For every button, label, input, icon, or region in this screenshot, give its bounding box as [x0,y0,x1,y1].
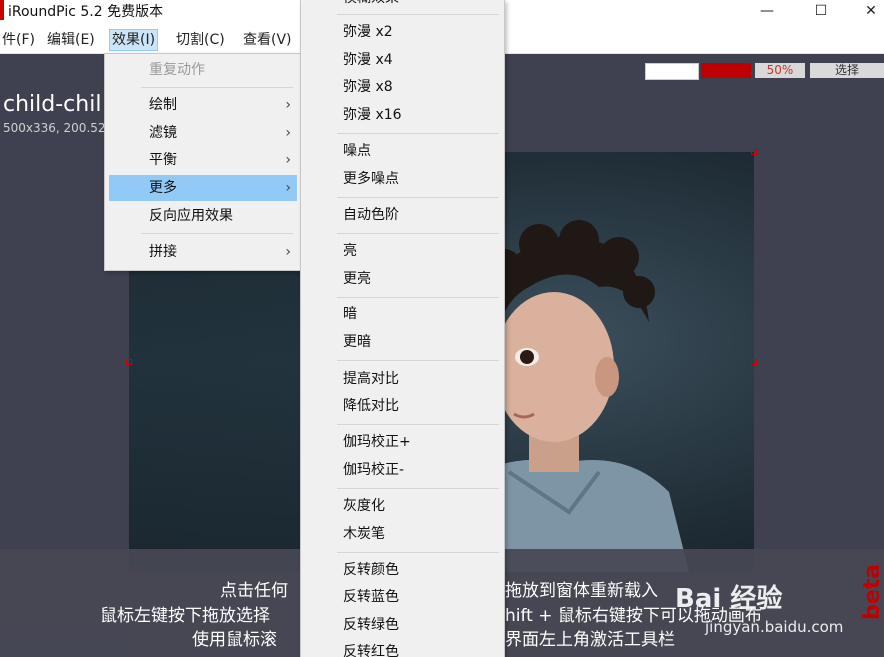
menu-separator [337,197,499,198]
submenu-item-gamma-down[interactable]: 伽玛校正- [343,458,404,482]
chevron-right-icon: › [285,97,291,113]
menu-separator [141,233,293,234]
app-icon [0,0,4,20]
menu-separator [337,133,499,134]
submenu-item-dark[interactable]: 暗 [343,302,357,326]
submenu-item-invert-red[interactable]: 反转红色 [343,640,399,657]
beta-badge: beta [860,563,884,620]
menu-separator [337,488,499,489]
window-title: iRoundPic 5.2 免费版本 [8,4,164,20]
chevron-right-icon: › [285,152,291,168]
submenu-item-auto-levels[interactable]: 自动色阶 [343,203,399,227]
submenu-item-noise[interactable]: 噪点 [343,139,371,163]
submenu-item-diffuse-x2[interactable]: 弥漫 x2 [343,20,393,44]
menu-separator [337,360,499,361]
select-button[interactable]: 选择 [810,63,884,78]
submenu-item-more-noise[interactable]: 更多噪点 [343,167,399,191]
chevron-right-icon: › [285,125,291,141]
chevron-right-icon: › [285,180,291,196]
close-icon: ✕ [865,3,877,19]
image-filename: child-chil [3,92,102,117]
menu-item-draw[interactable]: 绘制 › [109,92,297,118]
baidu-watermark: Bai 经验 [675,584,783,614]
zoom-level[interactable]: 50% [755,63,805,78]
baidu-watermark-url: jingyan.baidu.com [705,618,844,636]
submenu-item-bright[interactable]: 亮 [343,239,357,263]
submenu-item-diffuse-x8[interactable]: 弥漫 x8 [343,75,393,99]
submenu-item-brighter[interactable]: 更亮 [343,267,371,291]
maximize-icon: ☐ [814,3,828,19]
menu-item-stitch[interactable]: 拼接 › [109,239,297,265]
white-color-swatch[interactable] [645,63,699,80]
menu-item-balance[interactable]: 平衡 › [109,147,297,173]
menu-item-reverse-effect[interactable]: 反向应用效果 [109,203,297,229]
submenu-item-gamma-up[interactable]: 伽玛校正+ [343,430,411,454]
hint-line1-left: 点击任何 [220,581,288,601]
menu-effects[interactable]: 效果(I) [109,29,159,51]
submenu-item-grayscale[interactable]: 灰度化 [343,494,385,518]
minimize-button[interactable]: — [744,0,790,22]
red-color-swatch[interactable] [701,63,751,78]
menu-separator [337,424,499,425]
menu-item-more[interactable]: 更多 › [109,175,297,201]
menu-item-repeat-action[interactable]: 重复动作 [109,57,297,83]
menu-file[interactable]: 件(F) [0,30,37,50]
menu-item-filter[interactable]: 滤镜 › [109,120,297,146]
crop-handle-top-right[interactable] [751,149,757,155]
submenu-item-blur[interactable]: 模糊效果 [343,0,399,10]
menu-separator [337,552,499,553]
hint-line1-right: 拖放到窗体重新载入 [505,581,658,601]
submenu-item-increase-contrast[interactable]: 提高对比 [343,367,399,391]
menu-separator [141,87,293,88]
minimize-icon: — [760,3,774,19]
more-submenu: 模糊效果 弥漫 x2 弥漫 x4 弥漫 x8 弥漫 x16 噪点 更多噪点 自动… [300,0,505,657]
chevron-right-icon: › [285,244,291,260]
crop-handle-right[interactable] [751,359,757,365]
menu-separator [337,297,499,298]
menu-separator [337,14,499,15]
submenu-item-invert-green[interactable]: 反转绿色 [343,613,399,637]
hint-line3-right: 界面左上角激活工具栏 [505,630,675,650]
hint-line3-left: 使用鼠标滚 [192,630,277,650]
submenu-item-diffuse-x16[interactable]: 弥漫 x16 [343,103,402,127]
hint-line2-left: 鼠标左键按下拖放选择 [100,606,270,626]
submenu-item-decrease-contrast[interactable]: 降低对比 [343,394,399,418]
menu-cut[interactable]: 切割(C) [174,30,227,50]
effects-menu: 重复动作 绘制 › 滤镜 › 平衡 › 更多 › 反向应用效果 拼接 › [104,53,302,271]
menu-separator [337,233,499,234]
submenu-item-invert-colors[interactable]: 反转颜色 [343,558,399,582]
submenu-item-darker[interactable]: 更暗 [343,330,371,354]
crop-handle-left[interactable] [126,359,132,365]
menu-view[interactable]: 查看(V) [241,30,294,50]
submenu-item-charcoal[interactable]: 木炭笔 [343,522,385,546]
submenu-item-invert-blue[interactable]: 反转蓝色 [343,585,399,609]
maximize-button[interactable]: ☐ [798,0,844,22]
menu-edit[interactable]: 编辑(E) [45,30,97,50]
submenu-item-diffuse-x4[interactable]: 弥漫 x4 [343,48,393,72]
image-dimensions: 500x336, 200.52 [3,121,106,135]
close-button[interactable]: ✕ [848,0,884,22]
